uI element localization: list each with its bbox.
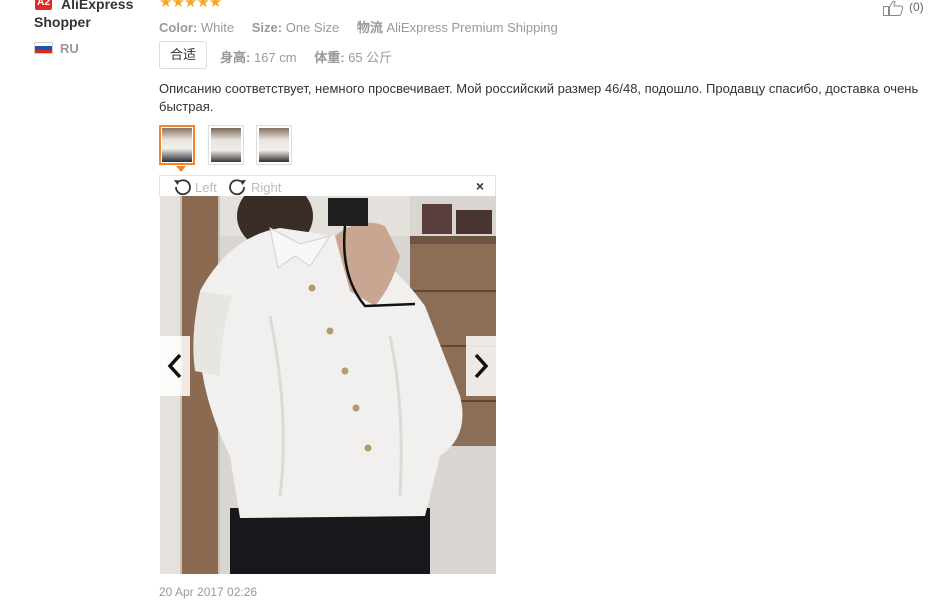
- selected-thumbnail-caret: [176, 166, 186, 172]
- review-date: 20 Apr 2017 02:26: [159, 585, 258, 599]
- reviewer-name-line1: AliExpress: [61, 0, 134, 12]
- reviewer-name[interactable]: AliExpress Shopper: [34, 0, 164, 31]
- rotate-right-label: Right: [251, 179, 282, 195]
- review-photo: [160, 196, 496, 574]
- russia-flag-icon: [34, 42, 53, 54]
- attr-size-label: Size:: [251, 20, 283, 35]
- rotate-right-icon: [229, 179, 246, 196]
- review-text: Описанию соответствует, немного просвечи…: [159, 81, 919, 114]
- chevron-left-icon: [167, 353, 182, 379]
- helpful-button[interactable]: (0): [883, 0, 938, 16]
- attr-shipping-value: AliExpress Premium Shipping: [386, 20, 558, 35]
- review-photo-image: [160, 196, 496, 574]
- fit-tag: 合适: [159, 41, 207, 69]
- review-photo-thumbnail-2[interactable]: [208, 125, 244, 165]
- review-photo-thumbnail-1[interactable]: [159, 125, 195, 165]
- close-viewer-button[interactable]: ×: [476, 178, 484, 194]
- rotate-left-label: Left: [195, 179, 217, 195]
- helpful-count: (0): [909, 0, 924, 14]
- previous-photo-button[interactable]: [160, 336, 190, 396]
- height-value: 167 cm: [253, 50, 297, 65]
- rotate-left-icon: [174, 179, 191, 196]
- photo-viewer-toolbar: Left Right ×: [159, 175, 496, 196]
- chevron-right-icon: [474, 353, 489, 379]
- star-rating: ★★★★★: [159, 0, 222, 11]
- rotate-right-button[interactable]: Right: [227, 178, 281, 196]
- rotate-left-button[interactable]: Left: [171, 178, 217, 196]
- next-photo-button[interactable]: [466, 336, 496, 396]
- attr-shipping-label: 物流: [356, 20, 383, 35]
- reviewer-name-line2: Shopper: [34, 14, 91, 30]
- flag-stripe-red: [35, 49, 52, 53]
- height-label: 身高:: [220, 50, 251, 65]
- attr-color-value: White: [200, 20, 235, 35]
- thumbs-up-icon: [883, 0, 904, 16]
- product-attributes: Color: White Size: One Size 物流 AliExpres…: [159, 17, 572, 36]
- buyer-measures: 身高: 167 cm 体重: 65 公斤: [220, 47, 406, 66]
- attr-size-value: One Size: [285, 20, 340, 35]
- reviewer-country: RU: [60, 41, 79, 56]
- attr-color-label: Color:: [159, 20, 198, 35]
- weight-value: 65 公斤: [348, 50, 393, 65]
- review-photo-thumbnail-3[interactable]: [256, 125, 292, 165]
- weight-label: 体重:: [314, 50, 345, 65]
